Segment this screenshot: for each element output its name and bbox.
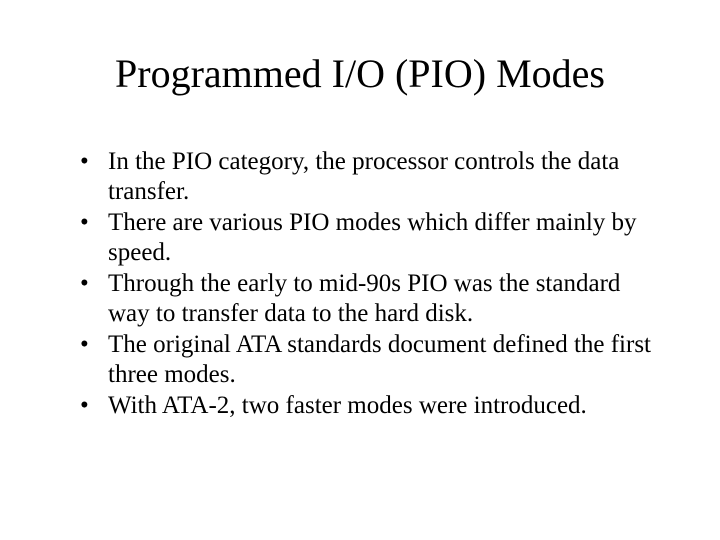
list-item: Through the early to mid-90s PIO was the… (80, 269, 660, 328)
bullet-list: In the PIO category, the processor contr… (80, 147, 660, 421)
list-item: In the PIO category, the processor contr… (80, 147, 660, 206)
list-item: With ATA-2, two faster modes were introd… (80, 391, 660, 421)
slide: Programmed I/O (PIO) Modes In the PIO ca… (0, 0, 720, 540)
list-item: There are various PIO modes which differ… (80, 208, 660, 267)
slide-title: Programmed I/O (PIO) Modes (60, 50, 660, 97)
list-item: The original ATA standards document defi… (80, 330, 660, 389)
